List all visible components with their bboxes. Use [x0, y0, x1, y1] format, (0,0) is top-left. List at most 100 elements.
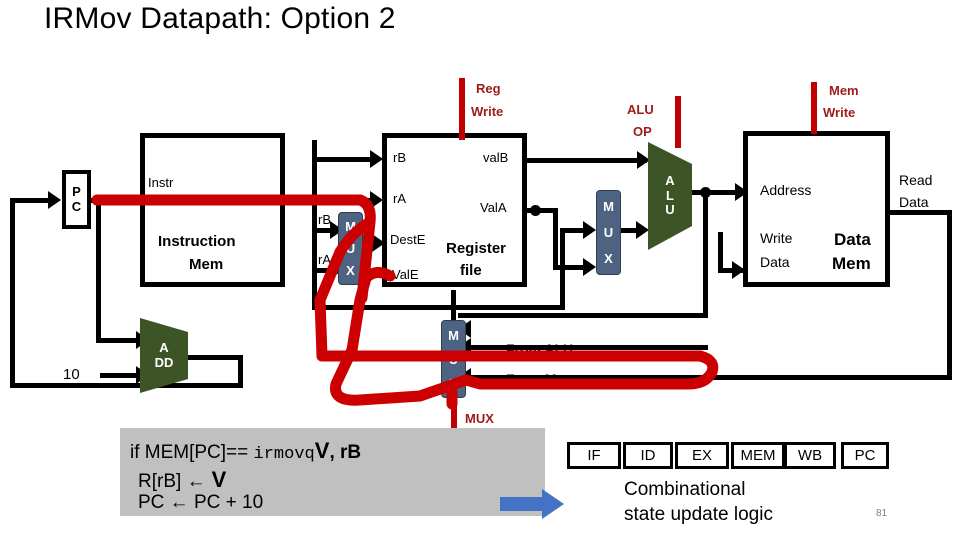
stage-box-id[interactable]: ID [623, 442, 673, 469]
regfile-port-rb: rB [393, 150, 406, 165]
wire-instr-to-rb [312, 157, 374, 162]
code-line1-operand-v: V [314, 438, 330, 463]
stage-label-id: ID [640, 447, 656, 464]
code-line-2: R[rB] ← V [138, 467, 226, 493]
wbmux-input-label-frommem: From Mem [506, 371, 577, 387]
wbmux-input-label-fromalu: From ALU [506, 341, 574, 357]
wire-instr-to-ra [312, 198, 374, 203]
stage-label-mem: MEM [740, 447, 776, 464]
wire-valb-out [527, 158, 647, 163]
imem-name-line2: Mem [189, 256, 224, 273]
wire-alu-out-bottom [458, 313, 708, 318]
code-line1-mnemonic: irmovq [253, 445, 315, 464]
regwrite-control-bar [459, 78, 465, 140]
muxselect-label-line1: MUX [465, 411, 494, 426]
combinational-logic-line2: state update logic [624, 504, 773, 525]
arrow-alumux-in-bottom [583, 258, 596, 276]
page-number: 81 [876, 508, 888, 519]
wire-vala-down [553, 208, 558, 270]
aluop-label-line1: ALU [627, 102, 654, 117]
source-mux[interactable]: M U X [338, 212, 363, 285]
code-line2-rhs: V [205, 467, 227, 492]
arrow-pc-in [48, 191, 61, 209]
datamem-name-line1: Data [834, 230, 871, 249]
memwrite-label-line2: Write [823, 105, 856, 120]
imem-port-instr-addr-line1: Instr [148, 175, 174, 190]
source-mux-letter-u: U [345, 240, 356, 256]
alu-mux-letter-m: M [603, 198, 614, 214]
stage-box-if[interactable]: IF [567, 442, 621, 469]
memwrite-control-bar [811, 82, 817, 134]
regfile-name-line2: file [460, 262, 482, 279]
wire-pc-to-add [96, 198, 101, 343]
regfile-port-vala: ValA [480, 200, 507, 215]
stage-box-pc[interactable]: PC [841, 442, 889, 469]
wire-wbmux-out-up [451, 290, 456, 320]
slide-canvas: IRMov Datapath: Option 2 P C Instr Addr … [0, 0, 960, 540]
wire-pc-feedback-left [10, 198, 15, 388]
regfile-port-vale: ValE [392, 267, 419, 282]
regfile-port-deste: DestE [390, 232, 426, 247]
stage-box-mem[interactable]: MEM [731, 442, 785, 469]
source-mux-letter-m: M [345, 218, 356, 234]
writeback-mux-letter-u: U [448, 351, 459, 367]
wire-instr-bus-bottom [312, 305, 334, 310]
datamem-port-address: Address [760, 182, 812, 198]
wire-pc-feedback-bottom [10, 383, 240, 388]
code-line2-lhs: R[rB] [138, 471, 187, 492]
wire-alu-out-down [703, 190, 708, 318]
stage-label-wb: WB [797, 447, 823, 464]
wire-add-out-down [238, 355, 243, 388]
memwrite-label-line1: Mem [829, 83, 859, 98]
stage-box-wb[interactable]: WB [784, 442, 836, 469]
imem-port-instr-addr-line2: Addr [148, 193, 176, 208]
pc-adder: A DD [140, 318, 188, 393]
writeback-mux-letter-m: M [448, 327, 459, 343]
wire-pc-to-add-h [96, 338, 140, 343]
regfile-port-ra: rA [393, 191, 406, 206]
datamem-port-readdata-line1: Read [899, 172, 933, 188]
datamem-port-writedata-line1: Write [760, 230, 793, 246]
pc-label-line2: C [71, 198, 82, 214]
alu-mux-letter-u: U [603, 224, 614, 240]
stage-box-ex[interactable]: EX [675, 442, 729, 469]
code-line2-arrow: ← [186, 471, 206, 492]
pc-register: P C [62, 170, 91, 229]
regfile-name-line1: Register [446, 240, 507, 257]
datamem-port-readdata-line2: Data [899, 194, 929, 210]
wire-regbottom-up [560, 232, 565, 310]
stage-label-pc: PC [854, 447, 876, 464]
wire-readdata-out [890, 210, 952, 215]
code-line1-operand-rb: , rB [329, 442, 362, 463]
wire-regbottom-bus [334, 305, 564, 310]
wire-add-out [186, 355, 243, 360]
imem-name-line1: Instruction [158, 233, 236, 250]
arrow-alumux-in-top [583, 221, 596, 239]
aluop-control-bar [675, 96, 681, 148]
wire-imem-out [285, 198, 315, 203]
wire-instr-bus [312, 140, 317, 310]
regfile-port-valb: valB [483, 150, 509, 165]
writeback-mux[interactable]: M U X [441, 320, 466, 398]
regwrite-label-line2: Write [471, 104, 504, 119]
wire-pc-in [10, 198, 52, 203]
blue-arrow-icon [500, 489, 564, 519]
imem-port-instruction: Instruction [204, 193, 264, 208]
adder-constant-ten: 10 [63, 366, 80, 383]
regwrite-label-line1: Reg [476, 81, 501, 96]
code-line1-prefix: if MEM[PC]== [130, 442, 254, 463]
wire-writedata-up [718, 232, 723, 272]
stage-label-if: IF [587, 447, 601, 464]
code-line-1: if MEM[PC]== irmovqV, rB [130, 438, 361, 464]
page-title: IRMov Datapath: Option 2 [44, 2, 396, 35]
source-mux-in-label-ra: rA [318, 252, 331, 267]
code-line-3: PC ← PC + 10 [138, 492, 264, 513]
aluop-label-line2: OP [633, 124, 652, 139]
pc-label-line1: P [72, 183, 81, 199]
source-mux-in-label-rb: rB [318, 212, 331, 227]
writeback-mux-letter-x: X [449, 375, 458, 391]
wire-readdata-down [947, 210, 952, 380]
stage-label-ex: EX [691, 447, 712, 464]
combinational-logic-line1: Combinational [624, 479, 746, 500]
alu-mux[interactable]: M U X [596, 190, 621, 275]
